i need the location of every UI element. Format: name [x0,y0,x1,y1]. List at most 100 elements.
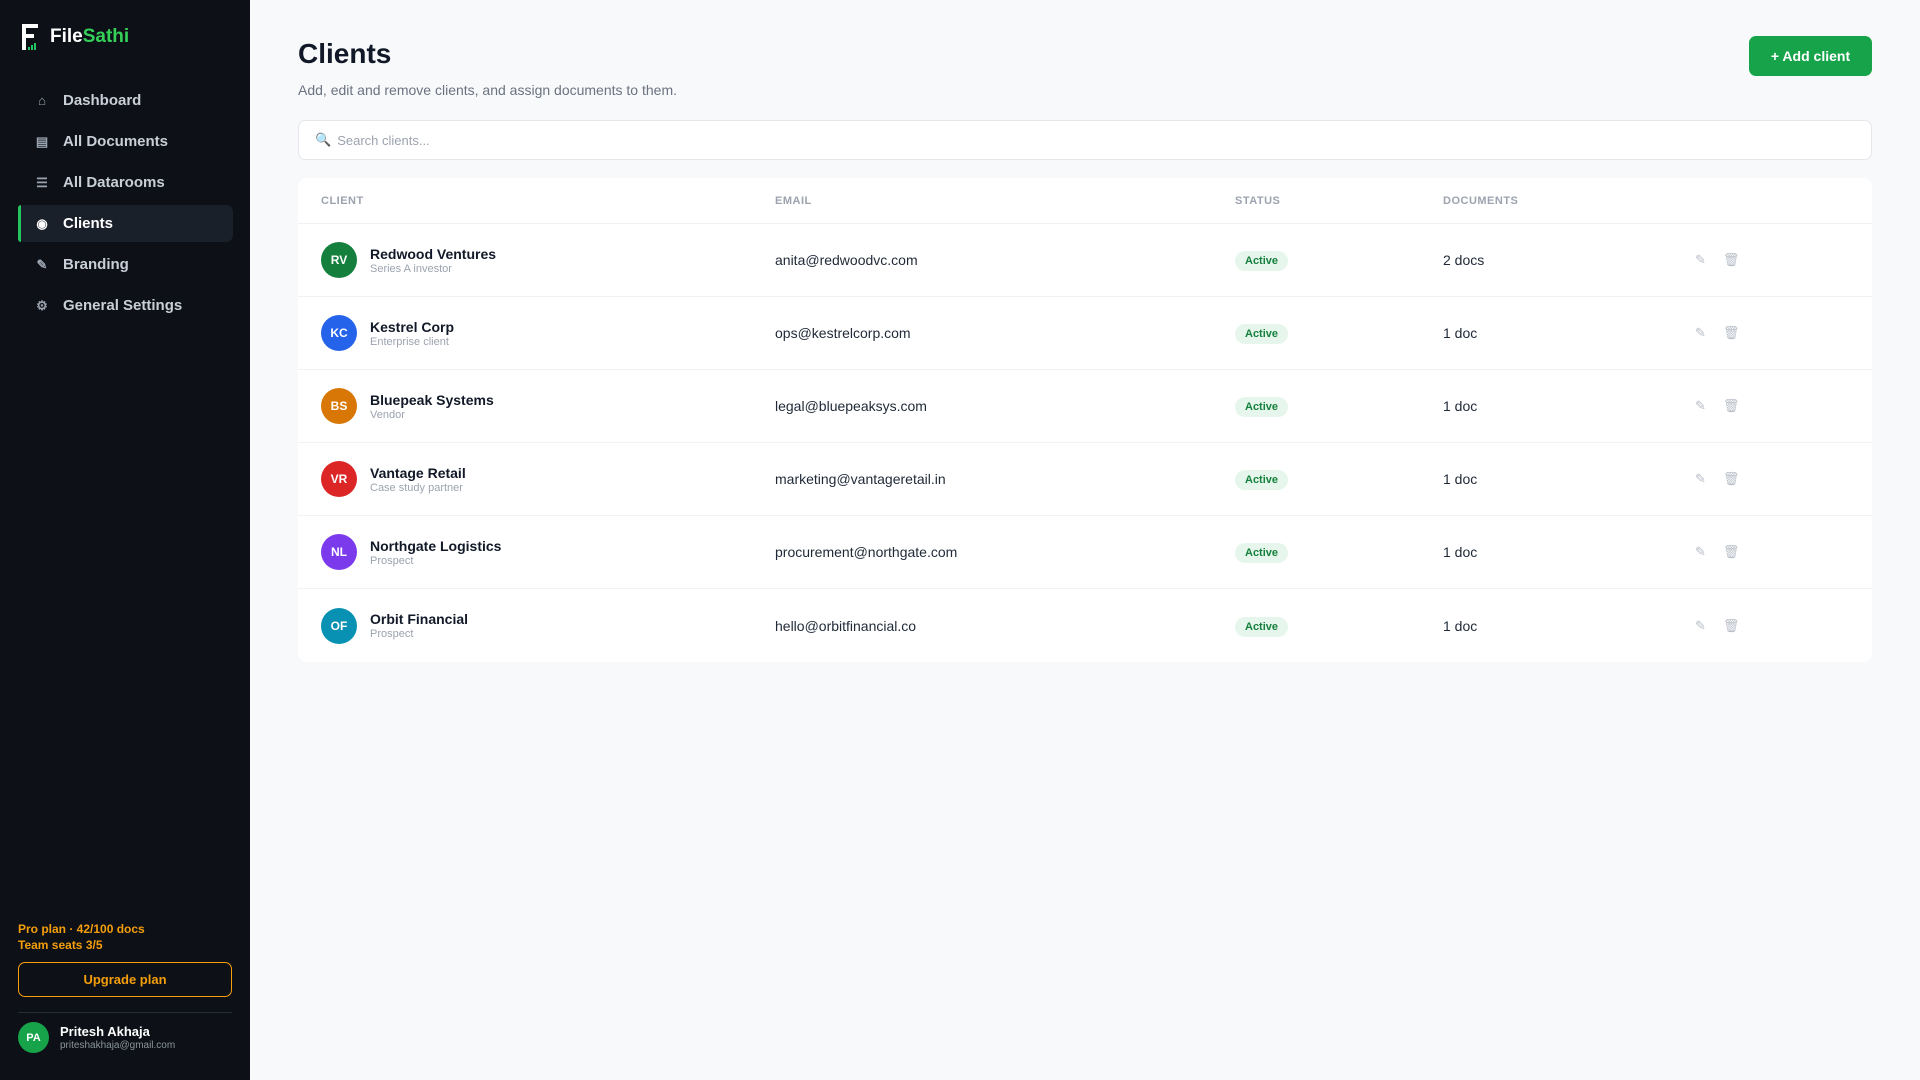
status-badge: Active [1235,616,1289,637]
row-actions: ✎ 🗑 [1695,471,1739,487]
client-name[interactable]: Orbit Financial [370,611,468,627]
trash-icon[interactable]: 🗑 [1723,398,1740,414]
client-email: procurement@northgate.com [775,544,958,560]
client-avatar: VR [321,461,357,497]
trash-icon[interactable]: 🗑 [1723,252,1740,268]
status-badge: Active [1235,470,1289,490]
plan-usage: Pro plan · 42/100 docs [18,922,145,936]
table-row[interactable]: NL Northgate Logistics Prospect procurement… [298,516,1872,589]
upgrade-plan-button[interactable]: Upgrade plan [18,962,232,997]
table-row[interactable]: KC Kestrel Corp Enterprise client ops@kestr… [298,297,1872,370]
client-name[interactable]: Northgate Logistics [370,538,501,554]
sidebar-item-general-settings[interactable]: ⚙ General Settings [18,287,233,324]
client-description: Enterprise client [370,335,449,348]
document-count: 1 doc [1443,617,1478,634]
search-input[interactable] [337,132,1871,148]
status-cell: Active [1235,251,1289,271]
status-cell: Active [1235,397,1289,417]
client-avatar: KC [321,315,357,351]
status-cell: Active [1235,616,1289,637]
column-header-client[interactable]: CLIENT [321,195,364,207]
edit-icon[interactable]: ✎ [1695,252,1706,268]
table-header: CLIENT EMAIL STATUS DOCUMENTS [298,178,1872,224]
column-header-status[interactable]: STATUS [1235,195,1280,207]
sidebar-item-branding[interactable]: ✎ Branding [18,246,233,283]
plan-info: Pro plan · 42/100 docs Team seats 3/5 [18,921,145,953]
list-icon: ☰ [36,174,48,190]
clients-table: CLIENT EMAIL STATUS DOCUMENTS RV Redwood … [298,178,1872,662]
document-count: 1 doc [1443,398,1478,414]
client-name[interactable]: Bluepeak Systems [370,392,494,408]
sidebar-item-label: Branding [63,256,129,273]
column-header-email[interactable]: EMAIL [775,195,812,207]
sidebar-item-all-documents[interactable]: ▤ All Documents [18,123,233,160]
add-client-button[interactable]: + Add client [1749,36,1872,76]
user-name: Pritesh Akhaja [60,1024,150,1039]
table-row[interactable]: RV Redwood Ventures Series A investor anita… [298,224,1872,297]
column-header-documents[interactable]: DOCUMENTS [1443,195,1518,207]
client-description: Prospect [370,554,414,567]
search-icon: 🔍 [315,132,332,147]
edit-icon[interactable]: ✎ [1695,398,1706,414]
brand-logo[interactable]: FileSathi [22,24,129,50]
user-profile[interactable]: PA Pritesh Akhaja priteshakhaja@gmail.co… [18,1022,175,1053]
client-cell: NL Northgate Logistics Prospect [321,534,501,570]
page-subtitle: Add, edit and remove clients, and assign… [298,82,677,98]
edit-icon[interactable]: ✎ [1695,471,1706,487]
sidebar-item-dashboard[interactable]: ⌂ Dashboard [18,82,233,119]
trash-icon[interactable]: 🗑 [1723,325,1740,341]
sidebar: FileSathi ⌂ Dashboard ▤ All Documents ☰ All D… [0,0,250,1080]
brush-icon: ✎ [36,256,48,272]
home-icon: ⌂ [38,93,46,108]
client-email: anita@redwoodvc.com [775,252,918,268]
sidebar-item-label: Clients [63,215,114,232]
team-seats: Team seats 3/5 [18,938,103,952]
client-email: legal@bluepeaksys.com [775,398,927,414]
client-name[interactable]: Kestrel Corp [370,319,454,335]
status-badge: Active [1235,251,1289,271]
client-email: hello@orbitfinancial.co [775,617,917,634]
row-actions: ✎ 🗑 [1695,252,1739,268]
client-description: Series A investor [370,262,452,275]
status-cell: Active [1235,324,1289,344]
sidebar-item-all-datarooms[interactable]: ☰ All Datarooms [18,164,233,201]
sidebar-item-clients[interactable]: ◉ Clients [18,205,233,242]
trash-icon[interactable]: 🗑 [1723,544,1740,560]
brand-name: FileSathi [50,26,130,47]
sidebar-nav: ⌂ Dashboard ▤ All Documents ☰ All Datarooms ◉ C… [18,82,233,328]
client-description: Vendor [370,408,405,421]
trash-icon[interactable]: 🗑 [1723,618,1740,634]
trash-icon[interactable]: 🗑 [1723,471,1740,487]
edit-icon[interactable]: ✎ [1695,325,1706,341]
client-description: Case study partner [370,481,463,494]
user-email: priteshakhaja@gmail.com [60,1040,176,1051]
status-badge: Active [1235,543,1289,563]
filesathi-logo-icon [22,24,40,50]
client-name[interactable]: Vantage Retail [370,465,466,481]
table-body: RV Redwood Ventures Series A investor anita… [298,224,1872,662]
document-count: 1 doc [1443,325,1478,341]
gear-icon: ⚙ [36,297,48,313]
client-email: ops@kestrelcorp.com [775,325,911,341]
user-avatar: PA [18,1022,49,1053]
client-cell: OF Orbit Financial Prospect [321,607,468,644]
table-row[interactable]: OF Orbit Financial Prospect hello@orbitfina… [298,589,1872,662]
sidebar-item-label: All Documents [63,133,169,150]
client-cell: RV Redwood Ventures Series A investor [321,242,496,278]
edit-icon[interactable]: ✎ [1695,618,1706,634]
table-row[interactable]: VR Vantage Retail Case study partner market… [298,443,1872,516]
status-cell: Active [1235,543,1289,563]
client-name[interactable]: Redwood Ventures [370,246,496,262]
page-title: Clients [298,38,392,69]
edit-icon[interactable]: ✎ [1695,544,1706,560]
client-description: Prospect [370,628,414,640]
sidebar-item-label: General Settings [63,297,183,314]
client-cell: VR Vantage Retail Case study partner [321,461,466,497]
document-count: 1 doc [1443,544,1478,560]
row-actions: ✎ 🗑 [1695,618,1739,634]
row-actions: ✎ 🗑 [1695,325,1739,341]
table-row[interactable]: BS Bluepeak Systems Vendor legal@bluepeaksy… [298,370,1872,443]
search-bar[interactable]: 🔍 [298,120,1872,160]
document-count: 1 doc [1443,471,1478,487]
sidebar-item-label: All Datarooms [63,174,165,191]
